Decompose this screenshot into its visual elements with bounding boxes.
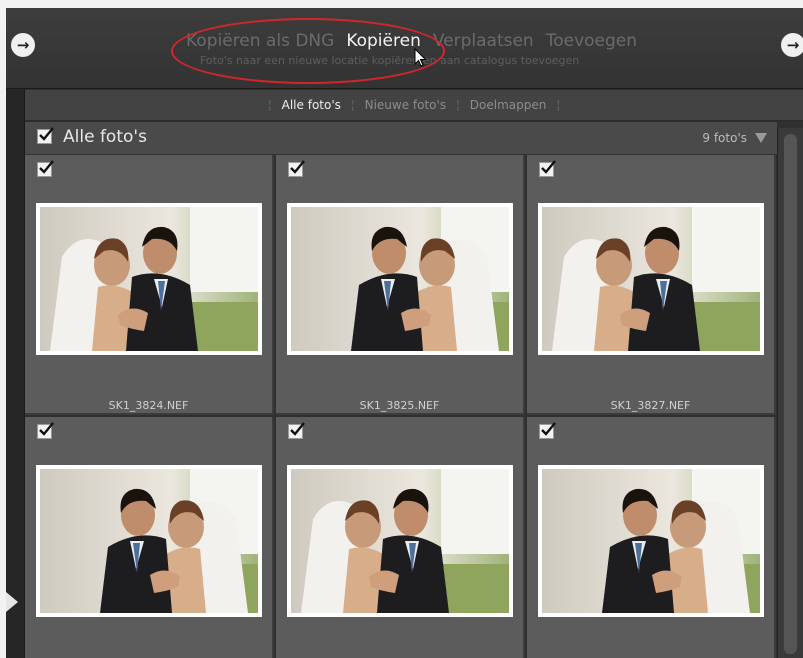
photo-thumbnail[interactable] (538, 465, 764, 617)
photo-cell[interactable]: SK1_3827.NEF (527, 155, 776, 415)
wedding-couple-photo (291, 207, 509, 351)
import-dialog: → Kopiëren als DNG Kopiëren Verplaatsen Toe… (6, 8, 803, 658)
select-all-checkbox[interactable] (37, 127, 54, 144)
mode-move[interactable]: Verplaatsen (433, 31, 534, 51)
divider: ¦ (455, 98, 460, 112)
import-mode-bar: → Kopiëren als DNG Kopiëren Verplaatsen Toe… (6, 8, 803, 89)
wedding-couple-photo (291, 469, 509, 613)
photo-checkbox[interactable] (539, 160, 556, 177)
scrollbar-thumb[interactable] (784, 134, 797, 654)
section-header: Alle foto's 9 foto's (25, 122, 777, 155)
mouse-cursor-icon (414, 48, 427, 67)
mode-add[interactable]: Toevoegen (546, 31, 637, 51)
panel-expand-triangle-icon[interactable] (6, 592, 18, 612)
photo-cell[interactable] (527, 417, 776, 658)
triangle-down-icon[interactable] (755, 133, 767, 143)
filter-tab-new-photos[interactable]: Nieuwe foto's (365, 98, 446, 112)
filter-tab-all-photos[interactable]: Alle foto's (282, 98, 341, 112)
wedding-couple-photo (542, 469, 760, 613)
arrow-right-circle-icon[interactable]: → (781, 33, 803, 57)
photo-thumbnail[interactable] (36, 465, 262, 617)
photo-checkbox[interactable] (288, 422, 305, 439)
highlight-annotation (171, 18, 445, 84)
photo-filename: SK1_3827.NEF (610, 399, 691, 412)
divider: ¦ (267, 98, 272, 112)
divider: ¦ (556, 98, 561, 112)
photo-checkbox[interactable] (539, 422, 556, 439)
filter-tab-destination-folders[interactable]: Doelmappen (470, 98, 547, 112)
photo-cell[interactable]: SK1_3824.NEF (25, 155, 274, 415)
photo-checkbox[interactable] (37, 160, 54, 177)
photo-filename: SK1_3825.NEF (359, 399, 440, 412)
photo-grid: SK1_3824.NEF SK1_3825.NEF SK1_3827.NEF (25, 155, 777, 658)
section-title: Alle foto's (63, 127, 147, 147)
photo-checkbox[interactable] (37, 422, 54, 439)
photo-thumbnail[interactable] (538, 203, 764, 355)
photo-cell[interactable] (25, 417, 274, 658)
photo-count: 9 foto's (702, 131, 747, 145)
filter-bar: ¦ Alle foto's ¦ Nieuwe foto's ¦ Doelmapp… (25, 90, 803, 121)
photo-cell[interactable]: SK1_3825.NEF (276, 155, 525, 415)
left-panel-strip (6, 89, 25, 658)
photo-cell[interactable] (276, 417, 525, 658)
photo-filename: SK1_3824.NEF (108, 399, 189, 412)
divider: ¦ (350, 98, 355, 112)
arrow-right-circle-icon[interactable]: → (11, 33, 35, 57)
photo-thumbnail[interactable] (36, 203, 262, 355)
wedding-couple-photo (542, 207, 760, 351)
wedding-couple-photo (40, 207, 258, 351)
scrollbar[interactable] (777, 128, 803, 658)
photo-thumbnail[interactable] (287, 465, 513, 617)
photo-thumbnail[interactable] (287, 203, 513, 355)
photo-checkbox[interactable] (288, 160, 305, 177)
wedding-couple-photo (40, 469, 258, 613)
